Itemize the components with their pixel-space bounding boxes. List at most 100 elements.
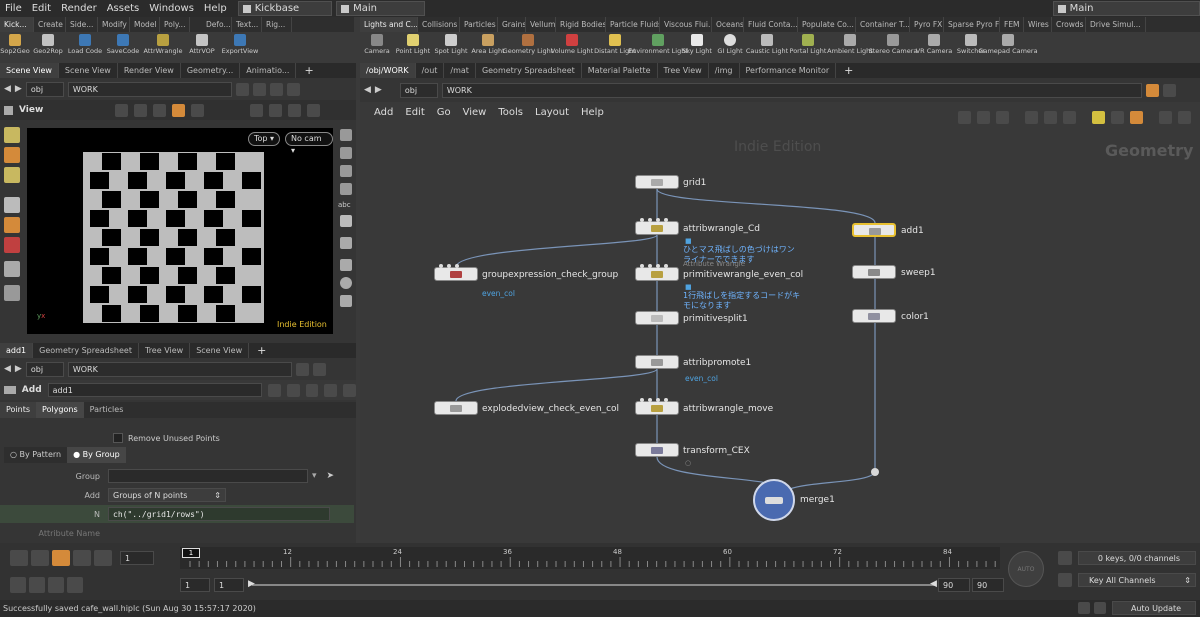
shelf-tab-populate[interactable]: Populate Co... <box>798 17 856 32</box>
shelf-tab-side[interactable]: Side... <box>66 17 98 32</box>
tool-exportview[interactable]: ExportView <box>220 32 260 60</box>
tab-mat[interactable]: /mat <box>444 63 476 78</box>
snapshot-icon[interactable] <box>340 295 352 307</box>
tab-img[interactable]: /img <box>709 63 740 78</box>
geometry-tool-icon[interactable] <box>4 285 20 301</box>
paint-tool-icon[interactable] <box>4 167 20 183</box>
lock-icon[interactable] <box>4 217 20 233</box>
shelf-tab-sparse-pyro[interactable]: Sparse Pyro FX <box>944 17 1000 32</box>
key-all-channels-select[interactable]: Key All Channels ⇕ <box>1078 573 1196 587</box>
menu-render[interactable]: Render <box>56 3 102 14</box>
node-color1[interactable] <box>852 309 896 323</box>
group-select-arrow-icon[interactable]: ➤ <box>327 471 335 481</box>
realtime-icon[interactable] <box>67 577 83 593</box>
auto-key-button[interactable]: AUTO <box>1008 551 1044 587</box>
node-primitivesplit1[interactable] <box>635 311 679 325</box>
tab-geometry-spreadsheet[interactable]: Geometry Spreadsheet <box>33 343 139 358</box>
path-work[interactable]: WORK <box>67 361 292 377</box>
brush-icon[interactable] <box>4 261 20 277</box>
back-icon[interactable]: ◀ <box>4 364 11 374</box>
forward-icon[interactable]: ▶ <box>15 364 22 374</box>
shelf-tab-collisions[interactable]: Collisions <box>418 17 460 32</box>
tab-scene-view-1[interactable]: Scene View <box>0 63 59 78</box>
n-expression-field[interactable]: ch("../grid1/rows") <box>108 507 330 521</box>
right-desktop-select[interactable]: Main <box>1052 1 1200 16</box>
wireframe-icon[interactable] <box>340 165 352 177</box>
tab-render-view[interactable]: Render View <box>118 63 181 78</box>
by-group-radio[interactable]: ● By Group <box>67 447 126 463</box>
shelf-tab-pyro[interactable]: Pyro FX <box>910 17 944 32</box>
add-tab-icon[interactable]: + <box>304 64 313 77</box>
add-mode-select[interactable]: Groups of N points ⇕ <box>108 488 226 502</box>
shelf-tab-container[interactable]: Container T... <box>856 17 910 32</box>
desktop-select[interactable]: Kickbase <box>237 1 333 16</box>
shelf-tab-create[interactable]: Create <box>34 17 66 32</box>
image-icon[interactable] <box>340 215 352 227</box>
subtab-polygons[interactable]: Polygons <box>36 402 84 418</box>
link-icon[interactable] <box>252 82 266 96</box>
tool-area-light[interactable]: Area Light <box>470 32 506 60</box>
back-icon[interactable]: ◀ <box>364 85 371 95</box>
search-icon[interactable] <box>305 383 319 397</box>
pin-icon[interactable] <box>235 82 249 96</box>
grid-toggle-icon[interactable] <box>1178 111 1191 124</box>
by-pattern-radio[interactable]: ○ By Pattern <box>4 447 67 463</box>
node-explodedview-check-even-col[interactable] <box>434 401 478 415</box>
channel-list-icon[interactable] <box>1058 551 1072 565</box>
node-grid1[interactable] <box>635 175 679 189</box>
grid-icon[interactable] <box>250 103 264 117</box>
loop-icon[interactable] <box>48 577 64 593</box>
folder-icon[interactable] <box>1130 111 1143 124</box>
shelf-tab-lights[interactable]: Lights and C... <box>360 17 418 32</box>
add-tab-icon[interactable]: + <box>844 64 853 77</box>
link-icon[interactable] <box>1162 83 1176 97</box>
transform-icon[interactable] <box>134 103 148 117</box>
display-icon[interactable] <box>269 103 283 117</box>
tool-stereo-camera[interactable]: Stereo Camera <box>869 32 917 60</box>
shelf-tab-viscous[interactable]: Viscous Flui... <box>660 17 712 32</box>
tree-icon[interactable] <box>996 111 1009 124</box>
view-top-button[interactable]: Top ▾ <box>248 132 281 146</box>
tool-environment-light[interactable]: Environment Light <box>628 32 688 60</box>
range-end-field-2[interactable]: 90 <box>972 578 1004 592</box>
node-primitivewrangle-even-col[interactable] <box>635 264 679 281</box>
link-icon[interactable] <box>312 362 326 376</box>
node-attribwrangle-cd[interactable] <box>635 218 679 235</box>
path-work[interactable]: WORK <box>441 82 1142 98</box>
shelf-tab-wires[interactable]: Wires <box>1024 17 1052 32</box>
keyframe-icon[interactable] <box>10 577 26 593</box>
pin-icon[interactable] <box>1145 83 1159 97</box>
no-cam-button[interactable]: No cam ▾ <box>285 132 333 155</box>
stop-icon[interactable] <box>52 550 70 566</box>
view-toggle-icon[interactable] <box>4 105 13 115</box>
node-attribpromote1[interactable] <box>635 355 679 369</box>
net-menu-add[interactable]: Add <box>374 107 393 118</box>
network-canvas[interactable]: Indie Edition Geometry grid1 attribwrang… <box>360 131 1200 543</box>
group-dropdown-icon[interactable]: ▾ <box>312 471 317 481</box>
group-field[interactable] <box>108 469 308 483</box>
node-add1[interactable] <box>852 223 896 237</box>
help-h-icon[interactable] <box>286 383 300 397</box>
select-icon[interactable] <box>115 103 129 117</box>
gear-icon[interactable] <box>268 383 281 397</box>
path-obj[interactable]: obj <box>25 81 64 97</box>
node-transform-cex[interactable] <box>635 443 679 457</box>
remove-unused-checkbox[interactable] <box>113 433 123 443</box>
shelf-tab-drive[interactable]: Drive Simul... <box>1086 17 1146 32</box>
node-name-field[interactable]: add1 <box>47 383 263 397</box>
shelf-tab-grains[interactable]: Grains <box>498 17 526 32</box>
viewport[interactable]: Top ▾ No cam ▾ yx Indie Edition <box>27 128 333 334</box>
grid-view-icon[interactable] <box>1025 111 1038 124</box>
tool-volume-light[interactable]: Volume Light <box>550 32 594 60</box>
search-icon[interactable] <box>1159 111 1172 124</box>
key-icon[interactable] <box>1058 573 1072 587</box>
tab-animation[interactable]: Animatio... <box>240 63 297 78</box>
subtab-points[interactable]: Points <box>0 402 37 418</box>
shelf-tab-oceans[interactable]: Oceans <box>712 17 744 32</box>
desktop-options-select[interactable]: Main <box>336 1 425 16</box>
info-icon[interactable] <box>340 277 352 289</box>
tool-geometry-light[interactable]: Geometry Light <box>503 32 553 60</box>
lighting-icon[interactable] <box>307 103 321 117</box>
rotate-icon[interactable] <box>153 103 167 117</box>
jump-start-icon[interactable] <box>10 550 28 566</box>
